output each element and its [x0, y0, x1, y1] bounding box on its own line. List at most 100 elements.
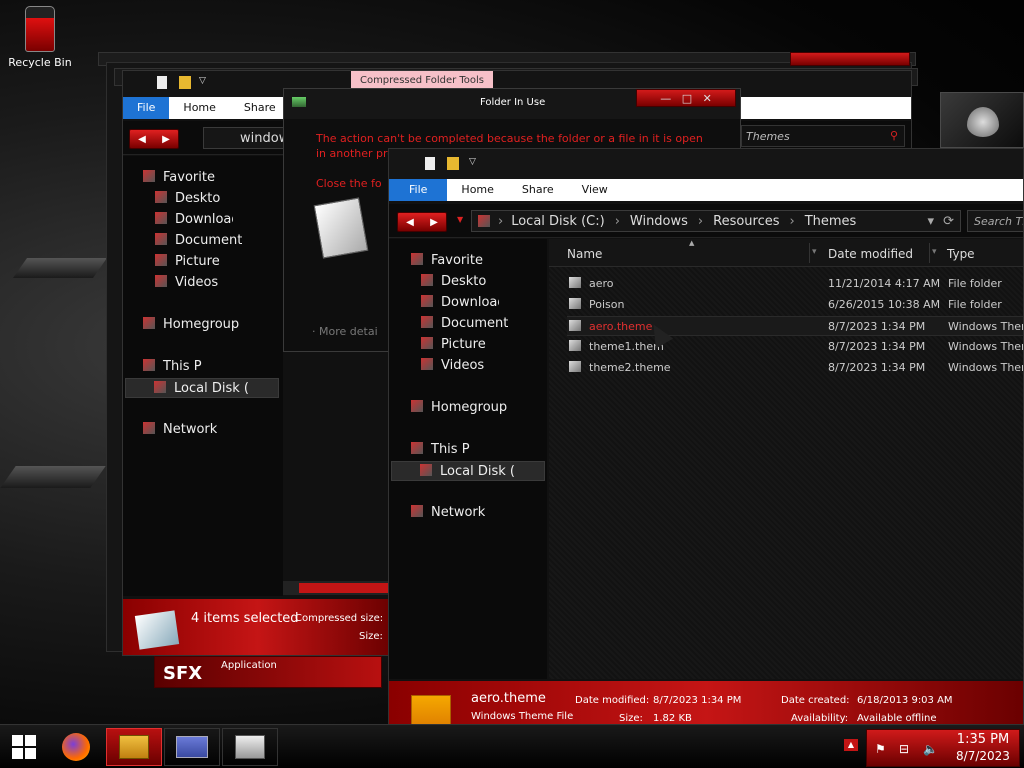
nav-downloads[interactable]: Download:: [421, 295, 499, 310]
dialog-title-bar[interactable]: Folder In Use — □ ✕: [284, 89, 740, 119]
folder-icon[interactable]: [179, 76, 191, 89]
nav-videos[interactable]: Videos: [421, 358, 484, 373]
sfx-type: Application: [221, 660, 277, 671]
nav-local-disk[interactable]: Local Disk (: [391, 461, 545, 481]
nav-desktop[interactable]: Desktop: [421, 274, 487, 289]
nav-homegroup[interactable]: Homegroup: [411, 400, 507, 415]
refresh-icon[interactable]: ⟳: [943, 214, 954, 229]
network-icon: [143, 422, 155, 434]
nav-this-pc[interactable]: This P: [143, 359, 202, 374]
file-row-theme1[interactable]: theme1.them 8/7/2023 1:34 PM Windows Them: [569, 340, 1023, 353]
nav-desktop[interactable]: Desktop: [155, 191, 221, 206]
sfx-file-row[interactable]: SFX Application: [154, 656, 382, 688]
taskbar-firefox[interactable]: [48, 728, 104, 766]
tab-home[interactable]: Home: [169, 97, 229, 119]
show-hidden-icons-button[interactable]: ▲: [844, 739, 858, 751]
back-arrow-icon[interactable]: ◀: [406, 217, 414, 228]
search-box[interactable]: Themes ⚲: [741, 125, 905, 147]
ribbon-tabs[interactable]: File Home Share View: [389, 179, 1023, 201]
dialog-app-icon: [292, 97, 306, 107]
nav-downloads[interactable]: Download:: [155, 212, 233, 227]
nav-videos[interactable]: Videos: [155, 275, 218, 290]
breadcrumb-windows[interactable]: Windows: [630, 214, 688, 229]
details-filename: aero.theme: [471, 691, 546, 706]
folder-icon[interactable]: [447, 157, 459, 170]
search-box[interactable]: Search Th: [967, 210, 1023, 232]
network-icon: [411, 505, 423, 517]
tab-file[interactable]: File: [389, 179, 448, 201]
dropdown-arrow-icon[interactable]: ▽: [199, 76, 206, 86]
dialog-close-hint: Close the fo: [316, 177, 382, 190]
nav-network[interactable]: Network: [143, 422, 217, 437]
taskbar-file-explorer[interactable]: [106, 728, 162, 766]
back-forward-buttons[interactable]: ◀ ▶: [397, 212, 447, 232]
breadcrumb-themes[interactable]: Themes: [805, 214, 857, 229]
details-pane: aero.theme Windows Theme File Date modif…: [389, 681, 1023, 727]
pictures-icon: [421, 337, 433, 349]
expand-icon: ·: [312, 325, 319, 338]
breadcrumb-local-disk[interactable]: Local Disk (C:): [511, 214, 604, 229]
tab-home[interactable]: Home: [447, 179, 507, 201]
tab-view[interactable]: View: [568, 179, 622, 201]
disk-icon: [154, 381, 166, 393]
recycle-bin-shortcut[interactable]: Recycle Bin: [8, 6, 72, 76]
nav-local-disk[interactable]: Local Disk (: [125, 378, 279, 398]
dialog-window-controls[interactable]: — □ ✕: [636, 89, 736, 107]
sfx-icon: SFX: [163, 663, 203, 684]
disk-icon: [478, 215, 490, 227]
column-header-name[interactable]: Name: [567, 247, 602, 261]
taskbar-monitor[interactable]: [222, 728, 278, 766]
back-arrow-icon[interactable]: ◀: [138, 134, 146, 145]
tab-share[interactable]: Share: [508, 179, 568, 201]
title-bar[interactable]: ▽: [389, 149, 1023, 179]
file-row-aero-theme[interactable]: aero.theme 8/7/2023 1:34 PM Windows Them: [567, 316, 1023, 336]
nav-favorites[interactable]: Favorite: [411, 253, 483, 268]
column-header-type[interactable]: Type: [947, 247, 975, 261]
volume-icon[interactable]: 🔈: [923, 742, 938, 756]
file-row-aero-folder[interactable]: aero 11/21/2014 4:17 AM File folder: [569, 277, 1023, 290]
flag-icon[interactable]: ⚑: [875, 742, 886, 756]
clock[interactable]: 1:35 PM 8/7/2023: [947, 732, 1019, 763]
taskbar: ▲ ⚑ ⊟ 🔈 1:35 PM 8/7/2023: [0, 724, 1024, 768]
back-forward-buttons[interactable]: ◀ ▶: [129, 129, 179, 149]
horizontal-scrollbar[interactable]: [283, 581, 393, 595]
dropdown-arrow-icon[interactable]: ▽: [469, 157, 476, 167]
app-window-icon: [176, 736, 208, 758]
documents-icon: [421, 316, 433, 328]
pictures-icon: [155, 254, 167, 266]
breadcrumb-resources[interactable]: Resources: [713, 214, 779, 229]
system-tray: ⚑ ⊟ 🔈 1:35 PM 8/7/2023: [866, 729, 1020, 767]
quick-access-icon[interactable]: [425, 157, 435, 170]
taskbar-app[interactable]: [164, 728, 220, 766]
navigation-pane: Favorite Desktop Download: Document Pict…: [123, 156, 283, 596]
quick-access-icon[interactable]: [157, 76, 167, 89]
date-created-value: 6/18/2013 9:03 AM: [857, 695, 953, 706]
tab-file[interactable]: File: [123, 97, 170, 119]
breadcrumb[interactable]: › Local Disk (C:) › Windows › Resources …: [471, 210, 961, 232]
forward-arrow-icon[interactable]: ▶: [430, 217, 438, 228]
nav-network[interactable]: Network: [411, 505, 485, 520]
nav-homegroup[interactable]: Homegroup: [143, 317, 239, 332]
network-tray-icon[interactable]: ⊟: [899, 742, 909, 756]
nav-documents[interactable]: Document: [155, 233, 242, 248]
address-dropdown-icon[interactable]: ▾: [927, 214, 934, 229]
theme-file-icon: [569, 340, 581, 351]
column-header-date[interactable]: Date modified: [828, 247, 913, 261]
nav-pictures[interactable]: Picture: [155, 254, 220, 269]
desktop-wallpaper-stripe: [12, 258, 108, 278]
scrollbar-thumb[interactable]: [299, 583, 389, 593]
file-row-poison-folder[interactable]: Poison 6/26/2015 10:38 AM File folder: [569, 298, 1023, 311]
file-row-theme2[interactable]: theme2.theme 8/7/2023 1:34 PM Windows Them: [569, 361, 1023, 374]
nav-documents[interactable]: Document: [421, 316, 508, 331]
forward-arrow-icon[interactable]: ▶: [162, 134, 170, 145]
nav-this-pc[interactable]: This P: [411, 442, 470, 457]
start-button[interactable]: [0, 728, 48, 766]
recent-dropdown-icon[interactable]: ▼: [457, 215, 463, 224]
more-details-toggle[interactable]: · More detai: [312, 325, 378, 338]
front-explorer-window[interactable]: ▽ File Home Share View ◀ ▶ ▼ › Local Disk (C…: [388, 148, 1024, 728]
column-headers: ▲ Name ▾ Date modified ▾ Type: [549, 239, 1023, 267]
nav-pictures[interactable]: Picture: [421, 337, 486, 352]
tab-share[interactable]: Share: [230, 97, 290, 119]
nav-favorites[interactable]: Favorite: [143, 170, 215, 185]
date-modified-value: 8/7/2023 1:34 PM: [653, 695, 742, 706]
